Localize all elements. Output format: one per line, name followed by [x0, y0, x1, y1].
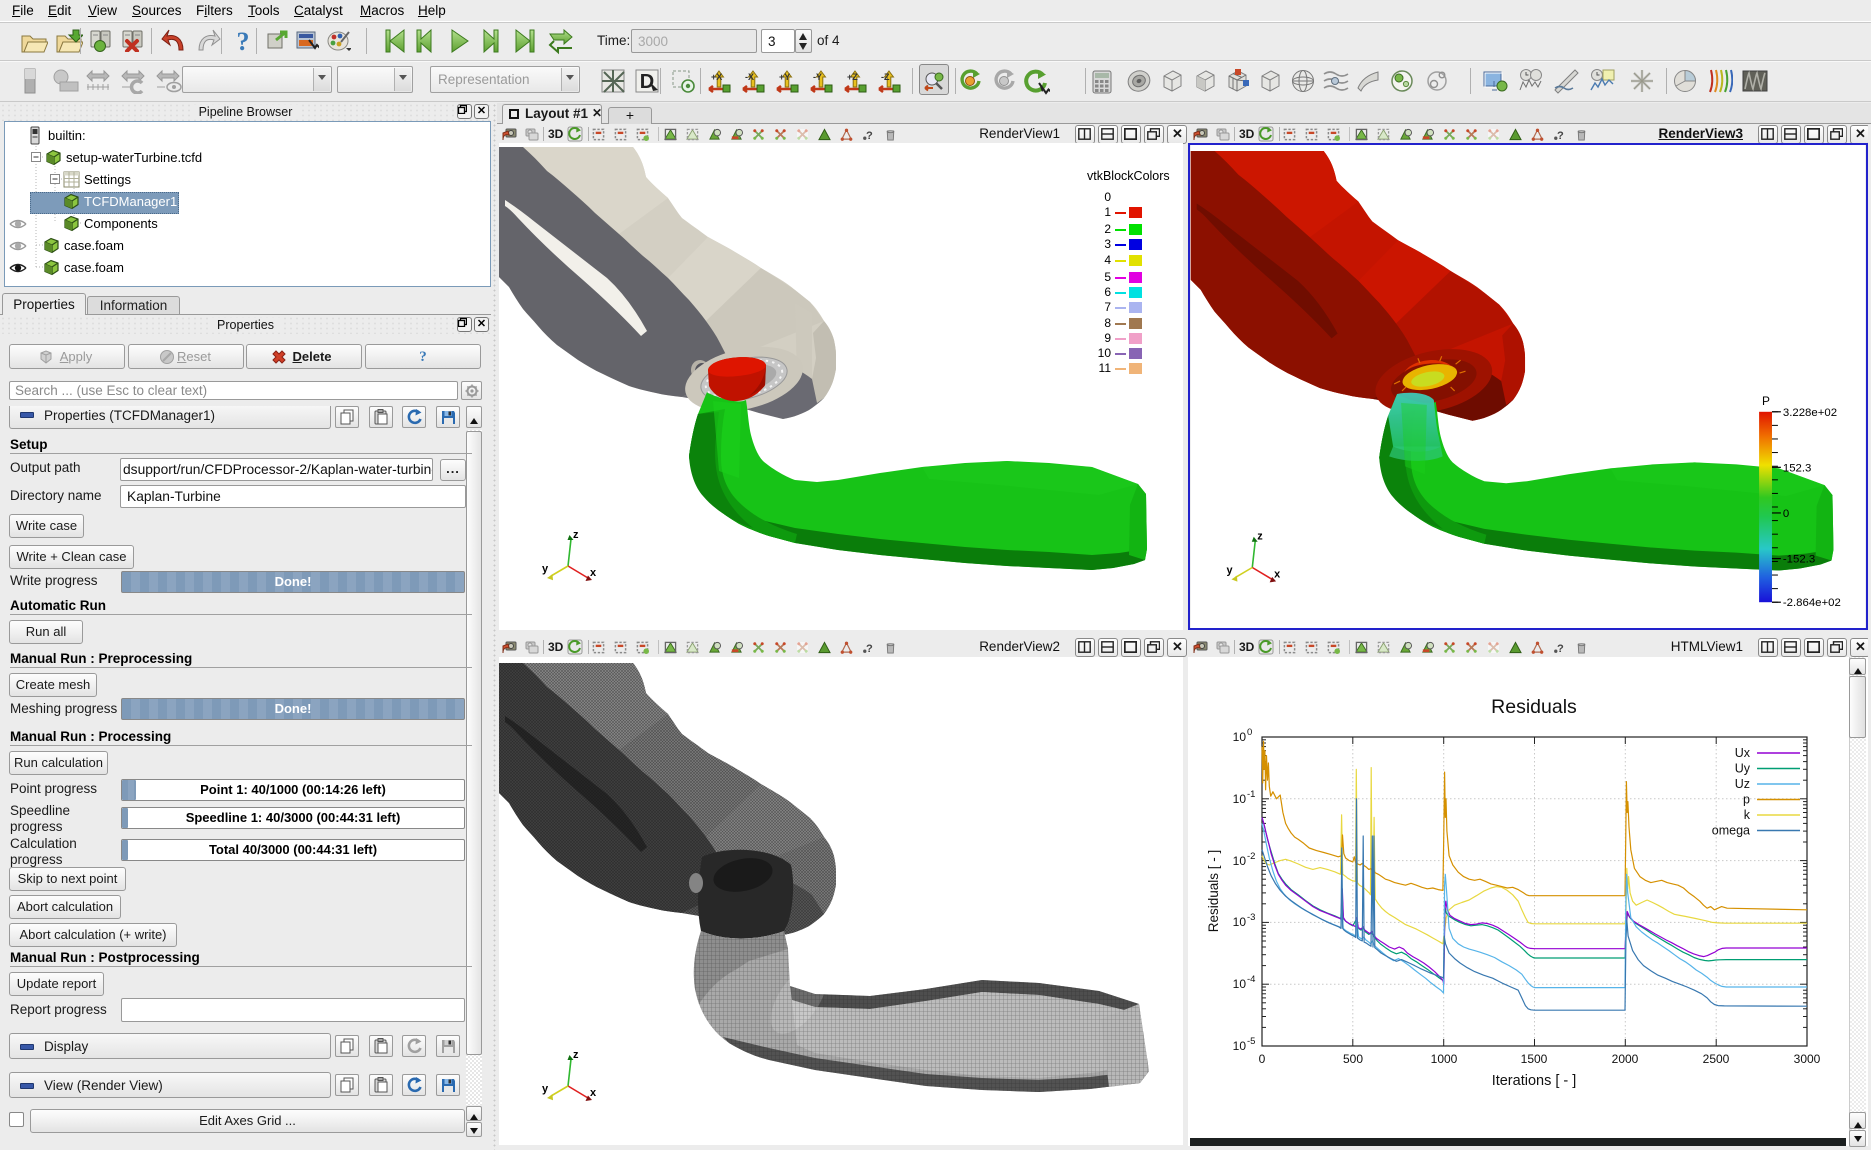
svg-text:-2: -2	[1247, 851, 1255, 862]
svg-text:-4: -4	[1247, 974, 1255, 985]
svg-text:z: z	[573, 529, 579, 541]
svg-text:1000: 1000	[1431, 1052, 1458, 1066]
svg-text:10: 10	[1233, 792, 1247, 806]
svg-text:8: 8	[1104, 316, 1111, 330]
svg-text:x: x	[590, 1087, 597, 1099]
svg-text:-2.864e+02: -2.864e+02	[1783, 597, 1841, 609]
svg-text:10: 10	[1233, 1039, 1247, 1053]
svg-text:4: 4	[1104, 253, 1111, 267]
svg-text:Uy: Uy	[1735, 762, 1751, 776]
svg-text:y: y	[1226, 564, 1232, 576]
svg-text:x: x	[1274, 568, 1280, 580]
svg-text:+Y: +Y	[779, 72, 790, 82]
svg-text:?: ?	[237, 27, 250, 54]
svg-text:+Z: +Z	[847, 72, 858, 82]
svg-text:P: P	[1762, 394, 1770, 408]
svg-text:10: 10	[1233, 854, 1247, 868]
svg-text:Residuals [ - ]: Residuals [ - ]	[1206, 850, 1221, 933]
svg-text:k: k	[1744, 808, 1751, 822]
svg-text:500: 500	[1343, 1052, 1363, 1066]
svg-text:3.228e+02: 3.228e+02	[1783, 407, 1837, 419]
svg-text:5: 5	[1104, 270, 1111, 284]
svg-text:3: 3	[1104, 237, 1111, 251]
svg-text:x: x	[590, 567, 597, 579]
svg-text:2500: 2500	[1703, 1052, 1730, 1066]
svg-text:+X: +X	[711, 72, 722, 82]
svg-text:2000: 2000	[1612, 1052, 1639, 1066]
svg-text:9: 9	[1104, 331, 1111, 345]
svg-text:1500: 1500	[1521, 1052, 1548, 1066]
svg-text:10: 10	[1233, 730, 1247, 744]
svg-text:0: 0	[1259, 1052, 1266, 1066]
svg-text:p: p	[1743, 793, 1750, 807]
svg-text:y: y	[542, 1083, 549, 1095]
svg-text:-X: -X	[745, 72, 754, 82]
svg-text:11: 11	[1099, 361, 1112, 375]
svg-text:y: y	[542, 563, 549, 575]
svg-text:-1: -1	[1247, 789, 1255, 800]
svg-text:z: z	[1257, 531, 1263, 543]
svg-text:2: 2	[1104, 222, 1111, 236]
svg-text:0: 0	[1247, 727, 1252, 738]
svg-text:-Y: -Y	[813, 72, 822, 82]
svg-text:10: 10	[1098, 346, 1112, 360]
svg-text:vtkBlockColors: vtkBlockColors	[1087, 169, 1170, 183]
svg-text:Uz: Uz	[1735, 777, 1750, 791]
svg-text:-3: -3	[1247, 912, 1255, 923]
svg-text:-Z: -Z	[881, 72, 890, 82]
svg-text:10: 10	[1233, 977, 1247, 991]
svg-text:Iterations [ - ]: Iterations [ - ]	[1492, 1073, 1577, 1089]
svg-text:0: 0	[1104, 190, 1111, 204]
svg-text:6: 6	[1104, 285, 1111, 299]
svg-text:omega: omega	[1712, 824, 1750, 838]
svg-text:-152.3: -152.3	[1783, 554, 1815, 566]
svg-text:3000: 3000	[1794, 1052, 1821, 1066]
svg-text:10: 10	[1233, 915, 1247, 929]
svg-text:-5: -5	[1247, 1036, 1255, 1047]
svg-text:152.3: 152.3	[1783, 462, 1812, 474]
svg-text:Ux: Ux	[1735, 746, 1751, 760]
svg-text:0: 0	[1783, 508, 1789, 520]
svg-text:D: D	[640, 71, 654, 93]
svg-text:z: z	[573, 1049, 579, 1061]
svg-text:7: 7	[1104, 300, 1111, 314]
svg-text:1: 1	[1104, 205, 1111, 219]
svg-text:Residuals: Residuals	[1491, 696, 1577, 718]
